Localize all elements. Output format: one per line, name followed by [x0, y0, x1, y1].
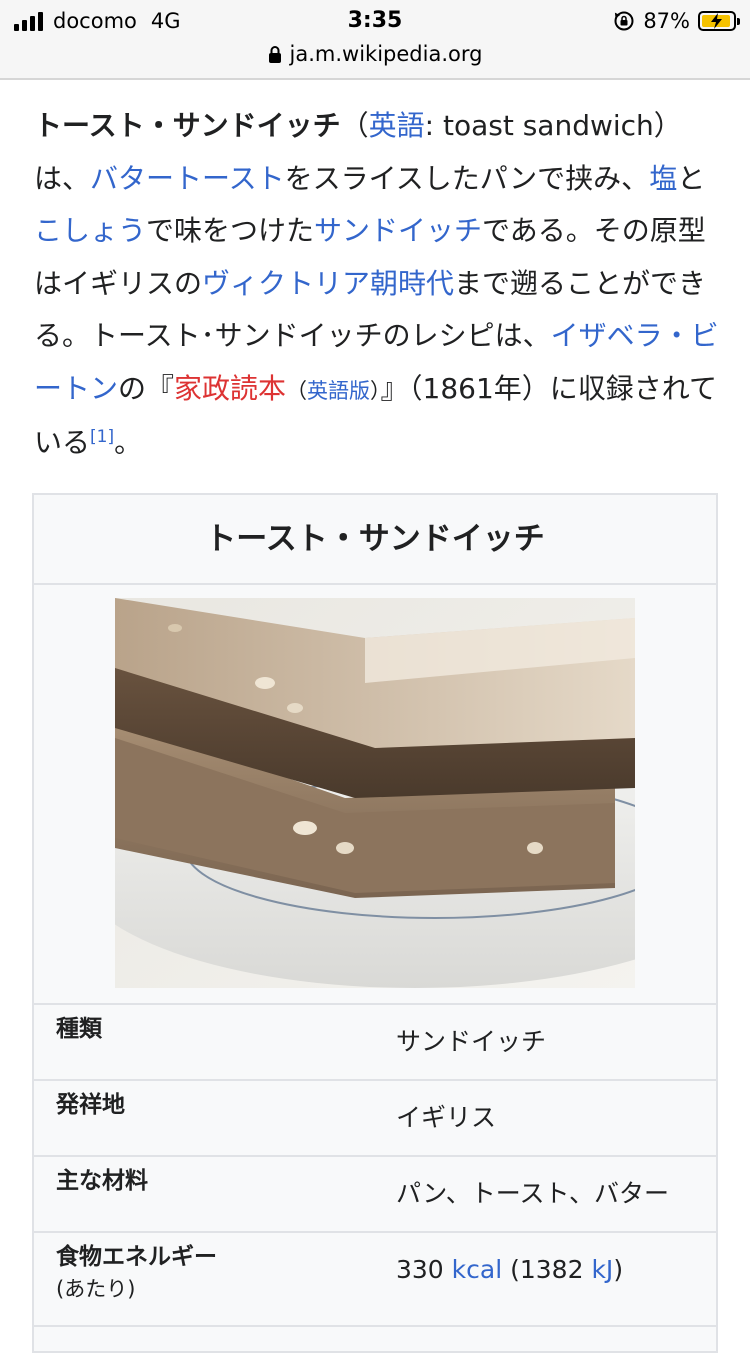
energy-label-text[interactable]: 食物エネルギー [56, 1244, 217, 1270]
infobox-row-type: 種類 サンドイッチ [34, 1005, 716, 1081]
padlock-icon [268, 46, 281, 63]
status-bar: docomo 4G 3:35 87% ja.m.wikipedia.org [0, 0, 750, 80]
row-label-energy[interactable]: 食物エネルギー (あたり) [56, 1241, 217, 1305]
energy-kcal-number: 330 [396, 1255, 452, 1284]
article-intro-paragraph: トースト・サンドイッチ（英語: toast sandwich）は、バタートースト… [34, 100, 724, 470]
energy-sublabel: (あたり) [56, 1277, 136, 1301]
link-sandwich[interactable]: サンドイッチ [314, 214, 482, 247]
link-book-title[interactable]: 家政読本 [174, 372, 286, 405]
link-pepper[interactable]: こしょう [34, 214, 146, 247]
rotation-lock-icon [614, 11, 634, 31]
battery-percent: 87% [643, 9, 690, 33]
row-label-ingredients: 主な材料 [56, 1168, 148, 1194]
lang-version-open: （ [286, 378, 308, 403]
link-kcal[interactable]: kcal [452, 1255, 503, 1284]
status-right: 87% [613, 6, 740, 36]
row-value-ingredients[interactable]: パン、トースト、バター [396, 1177, 669, 1211]
text-4: で味をつけた [146, 214, 315, 247]
link-salt[interactable]: 塩 [649, 162, 677, 195]
row-label-type: 種類 [56, 1016, 102, 1042]
infobox-title: トースト・サンドイッチ [34, 495, 716, 585]
row-label-origin: 発祥地 [56, 1092, 125, 1118]
reference-link[interactable]: [1] [90, 427, 114, 447]
infobox-row-ingredients: 主な材料 パン、トースト、バター [34, 1157, 716, 1233]
link-butter-toast[interactable]: バタートースト [90, 162, 285, 195]
url-text: ja.m.wikipedia.org [289, 42, 483, 66]
link-english[interactable]: 英語 [369, 109, 425, 142]
text-9: 。 [114, 426, 143, 459]
row-value-type[interactable]: サンドイッチ [396, 1025, 546, 1059]
energy-close-paren: ) [613, 1255, 624, 1284]
text-7: の『 [118, 371, 175, 405]
article-term: トースト・サンドイッチ [34, 109, 341, 142]
paren-open: （ [340, 109, 369, 142]
infobox-image-cell [34, 585, 716, 1005]
text-1: は、 [34, 161, 91, 195]
text-3: と [677, 161, 706, 195]
infobox-row-origin: 発祥地 イギリス [34, 1081, 716, 1157]
infobox-row-energy: 食物エネルギー (あたり) 330 kcal (1382 kJ) [34, 1233, 716, 1327]
infobox: トースト・サンドイッチ 種類 サンドイッチ 発祥地 イギリス 主な材料 パン、ト… [32, 493, 718, 1353]
toast-sandwich-photo[interactable] [115, 598, 635, 988]
energy-kj-number: (1382 [502, 1255, 592, 1284]
address-bar[interactable]: ja.m.wikipedia.org [0, 38, 750, 70]
link-english-version[interactable]: 英語版 [307, 379, 370, 403]
text-2: をスライスしたパンで挟み、 [284, 161, 650, 195]
link-kj[interactable]: kJ [591, 1255, 613, 1284]
lang-version-close: ） [370, 378, 381, 403]
battery-charging-icon [698, 11, 740, 31]
english-name-text: : toast sandwich） [424, 109, 682, 142]
row-value-energy: 330 kcal (1382 kJ) [396, 1253, 623, 1287]
link-victorian-era[interactable]: ヴィクトリア朝時代 [202, 267, 454, 300]
row-value-origin: イギリス [396, 1103, 497, 1132]
